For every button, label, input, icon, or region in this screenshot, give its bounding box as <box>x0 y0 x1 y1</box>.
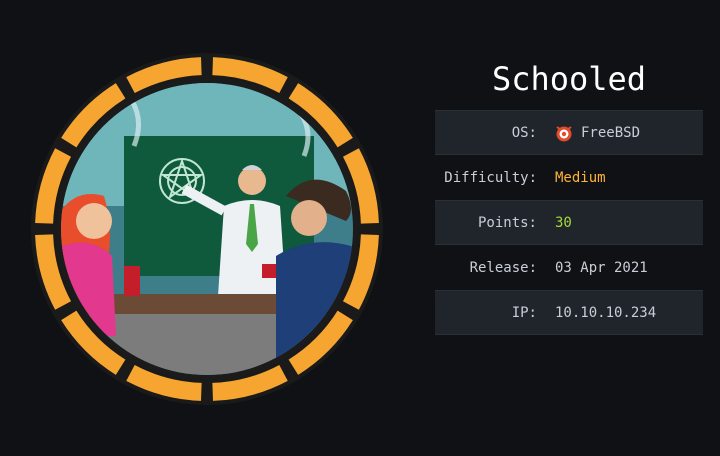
release-value: 03 Apr 2021 <box>555 259 648 276</box>
info-row-difficulty: Difficulty: Medium <box>435 155 703 200</box>
ip-label: IP: <box>511 304 537 321</box>
info-row-release: Release: 03 Apr 2021 <box>435 245 703 290</box>
machine-badge-image <box>31 53 383 405</box>
info-row-os: OS: FreeBSD <box>435 110 703 155</box>
points-value: 30 <box>555 214 572 231</box>
difficulty-value: Medium <box>555 169 606 186</box>
difficulty-label: Difficulty: <box>444 169 537 186</box>
machine-info-table: OS: FreeBSD Difficulty: Medium Points: 3… <box>435 110 703 335</box>
info-row-ip: IP: 10.10.10.234 <box>435 290 703 335</box>
points-label: Points: <box>477 214 537 231</box>
info-row-points: Points: 30 <box>435 200 703 245</box>
classroom-illustration <box>61 83 353 375</box>
os-value: FreeBSD <box>581 124 641 141</box>
os-label: OS: <box>511 124 537 141</box>
machine-name: Schooled <box>491 60 647 98</box>
freebsd-icon <box>556 125 572 141</box>
ip-value: 10.10.10.234 <box>555 304 657 321</box>
release-label: Release: <box>469 259 537 276</box>
